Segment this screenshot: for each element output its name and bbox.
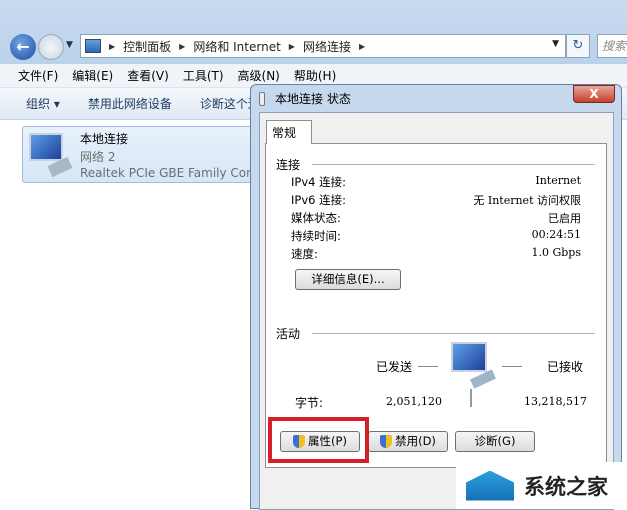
back-button[interactable]: ← <box>10 34 36 60</box>
address-bar[interactable]: ▶ 控制面板 ▶ 网络和 Internet ▶ 网络连接 ▶ ▼ <box>80 34 566 58</box>
dash <box>418 366 438 367</box>
network-cable-icon <box>470 369 496 389</box>
close-button[interactable]: X <box>573 85 615 103</box>
connection-group-label: 连接 <box>276 158 301 172</box>
chevron-right-icon: ▶ <box>358 41 366 51</box>
menu-advanced[interactable]: 高级(N) <box>238 67 280 84</box>
info-row: IPv4 连接: Internet <box>291 174 581 192</box>
network-computer-icon <box>29 133 63 161</box>
control-panel-icon <box>85 39 101 53</box>
tab-general[interactable]: 常规 <box>266 120 312 144</box>
recent-pages-dropdown[interactable]: ▼ <box>66 40 73 50</box>
details-button[interactable]: 详细信息(E)... <box>295 269 401 290</box>
connection-network: 网络 2 <box>80 150 116 164</box>
connection-item[interactable]: 本地连接 网络 2 Realtek PCIe GBE Family Contro… <box>22 126 289 183</box>
dash <box>502 366 522 367</box>
divider <box>312 333 595 334</box>
activity-group-label: 活动 <box>276 327 301 341</box>
menu-help[interactable]: 帮助(H) <box>294 67 336 84</box>
refresh-button[interactable]: ↻ <box>566 34 590 58</box>
bytes-label: 字节: <box>295 396 324 410</box>
watermark-logo: 系统之家 <box>456 462 627 509</box>
info-row: 持续时间: 00:24:51 <box>291 228 581 246</box>
info-row: 速度: 1.0 Gbps <box>291 246 581 264</box>
menu-file[interactable]: 文件(F) <box>18 67 58 84</box>
received-label: 已接收 <box>547 360 584 374</box>
dialog-title-bar: 本地连接 状态 <box>259 90 351 107</box>
forward-button[interactable] <box>38 34 64 60</box>
chevron-right-icon: ▶ <box>109 41 116 51</box>
row-label: 媒体状态: <box>291 211 341 225</box>
disable-label: 禁用(D) <box>395 434 436 448</box>
info-row: 媒体状态: 已启用 <box>291 210 581 228</box>
chevron-right-icon: ▶ <box>288 41 295 51</box>
row-value: 无 Internet 访问权限 <box>473 194 581 207</box>
menu-edit[interactable]: 编辑(E) <box>72 67 113 84</box>
menu-view[interactable]: 查看(V) <box>127 67 169 84</box>
dialog-title: 本地连接 状态 <box>275 92 351 106</box>
row-value: 00:24:51 <box>531 228 581 241</box>
divider <box>312 164 595 165</box>
network-computer-icon <box>451 342 487 372</box>
diagnose-button[interactable]: 诊断(G) <box>455 431 535 452</box>
connection-name: 本地连接 <box>80 132 129 146</box>
row-label: 速度: <box>291 247 318 261</box>
house-logo-icon <box>466 470 514 501</box>
info-row: IPv6 连接: 无 Internet 访问权限 <box>291 192 581 210</box>
menu-tools[interactable]: 工具(T) <box>183 67 224 84</box>
row-label: 持续时间: <box>291 229 341 243</box>
address-dropdown-icon[interactable]: ▼ <box>552 39 559 49</box>
row-value: 1.0 Gbps <box>531 246 581 259</box>
uac-shield-icon <box>380 435 393 448</box>
bytes-sent: 2,051,120 <box>386 395 442 408</box>
disable-button[interactable]: 禁用(D) <box>368 431 448 452</box>
breadcrumb-item[interactable]: 网络和 Internet <box>193 38 280 55</box>
watermark-text: 系统之家 <box>524 474 608 499</box>
sent-label: 已发送 <box>376 360 413 374</box>
breadcrumb-item[interactable]: 网络连接 <box>303 38 351 55</box>
row-label: IPv6 连接: <box>291 193 346 207</box>
highlight-box <box>268 417 369 463</box>
search-input[interactable]: 搜索 <box>597 34 627 58</box>
bytes-received: 13,218,517 <box>524 395 587 408</box>
network-adapter-icon <box>259 91 265 106</box>
organize-button[interactable]: 组织 ▾ <box>26 95 60 112</box>
chevron-right-icon: ▶ <box>179 41 186 51</box>
divider <box>470 389 472 407</box>
row-value: 已启用 <box>548 212 581 225</box>
row-label: IPv4 连接: <box>291 175 346 189</box>
breadcrumb-item[interactable]: 控制面板 <box>123 38 171 55</box>
row-value: Internet <box>535 174 581 187</box>
disable-device-button[interactable]: 禁用此网络设备 <box>88 95 172 112</box>
